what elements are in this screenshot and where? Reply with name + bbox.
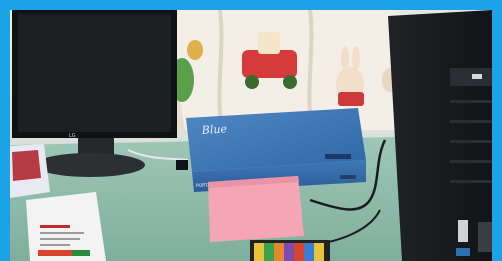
drive-bay [450,68,492,86]
photo: LG Blue PORTA-TYPE [10,10,492,261]
device-badge [325,154,351,159]
monitor-logo: LG [69,133,76,139]
device-connector [176,160,188,170]
curtain [170,10,400,131]
curtain-print-car [242,50,297,78]
monitor-screen [18,14,171,132]
pc-tower [388,10,492,261]
usb-port [458,220,468,242]
striped-box [250,240,330,261]
photo-scene: LG Blue PORTA-TYPE [10,10,492,261]
device-brand: Blue [200,122,228,137]
monitor-stand-base [35,153,145,177]
